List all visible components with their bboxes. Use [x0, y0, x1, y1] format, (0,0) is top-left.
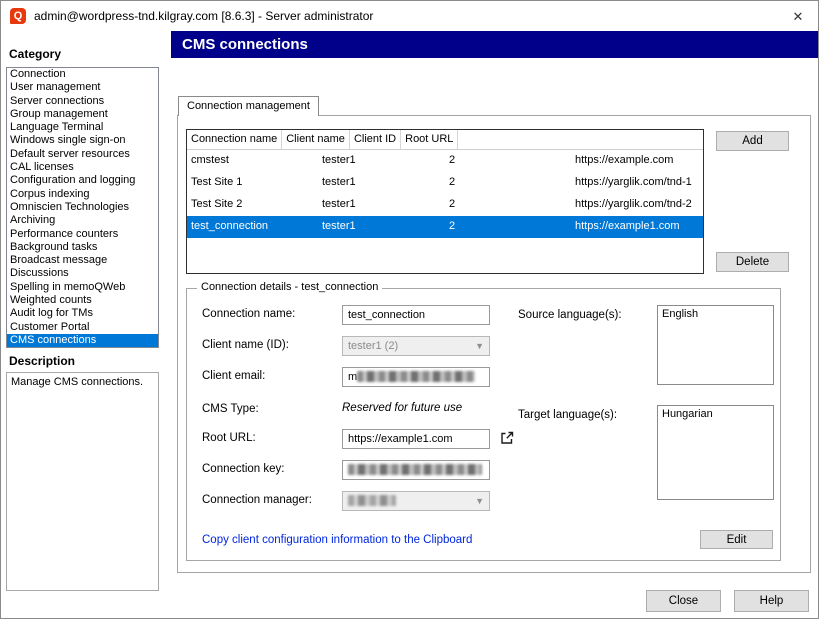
cell-client-id: 2: [445, 216, 571, 238]
category-item[interactable]: Background tasks: [7, 241, 158, 254]
column-header[interactable]: Client ID: [350, 130, 401, 149]
connections-table: Connection name Client name Client ID Ro…: [186, 129, 704, 274]
category-item[interactable]: Archiving: [7, 214, 158, 227]
target-languages-label: Target language(s):: [518, 409, 617, 421]
connection-key-input[interactable]: [342, 460, 490, 480]
cell-connection-name: test_connection: [187, 216, 318, 238]
copy-client-configuration-link[interactable]: Copy client configuration information to…: [202, 534, 472, 546]
table-row[interactable]: cmstest tester1 2 https://example.com: [187, 150, 703, 172]
table-row[interactable]: Test Site 2 tester1 2 https://yarglik.co…: [187, 194, 703, 216]
client-name-label: Client name (ID):: [202, 339, 289, 351]
cell-connection-name: Test Site 1: [187, 172, 318, 194]
redacted-email-value: [357, 371, 475, 382]
cms-type-label: CMS Type:: [202, 403, 259, 415]
connection-name-input[interactable]: test_connection: [342, 305, 490, 325]
table-row[interactable]: test_connection tester1 2 https://exampl…: [187, 216, 703, 238]
client-email-prefix: m: [348, 371, 357, 383]
category-label: Category: [9, 47, 61, 61]
connection-key-label: Connection key:: [202, 463, 284, 475]
source-languages-list[interactable]: English: [657, 305, 774, 385]
chevron-down-icon: ▼: [475, 337, 484, 355]
connection-manager-label: Connection manager:: [202, 494, 312, 506]
source-language-item: English: [658, 306, 773, 322]
cms-type-value: Reserved for future use: [342, 402, 462, 414]
add-button[interactable]: Add: [716, 131, 789, 151]
title-bar[interactable]: Q admin@wordpress-tnd.kilgray.com [8.6.3…: [1, 1, 819, 31]
category-item[interactable]: Corpus indexing: [7, 188, 158, 201]
memoq-app-icon: Q: [10, 8, 26, 24]
tab-connection-management[interactable]: Connection management: [178, 96, 319, 116]
cell-client-id: 2: [445, 172, 571, 194]
category-item[interactable]: Discussions: [7, 267, 158, 280]
column-header[interactable]: Connection name: [187, 130, 282, 149]
category-item[interactable]: Configuration and logging: [7, 174, 158, 187]
category-item[interactable]: Language Terminal: [7, 121, 158, 134]
redacted-key-value: [348, 464, 482, 475]
table-body: cmstest tester1 2 https://example.com Te…: [187, 150, 703, 238]
category-item[interactable]: CAL licenses: [7, 161, 158, 174]
category-item[interactable]: Customer Portal: [7, 321, 158, 334]
category-item[interactable]: Group management: [7, 108, 158, 121]
cell-connection-name: cmstest: [187, 150, 318, 172]
edit-button[interactable]: Edit: [700, 530, 773, 549]
category-item[interactable]: CMS connections: [7, 334, 158, 347]
table-header-row: Connection name Client name Client ID Ro…: [187, 130, 703, 150]
group-title: Connection details - test_connection: [197, 281, 382, 293]
cell-client-id: 2: [445, 150, 571, 172]
category-item[interactable]: Omniscien Technologies: [7, 201, 158, 214]
connection-manager-select: ▼: [342, 491, 490, 511]
cell-root-url: https://yarglik.com/tnd-2: [571, 194, 703, 216]
redacted-manager-value: [348, 495, 396, 506]
window-title: admin@wordpress-tnd.kilgray.com [8.6.3] …: [34, 9, 373, 23]
target-languages-list[interactable]: Hungarian: [657, 405, 774, 500]
cell-client-id: 2: [445, 194, 571, 216]
cell-client-name: tester1: [318, 150, 445, 172]
column-header[interactable]: Client name: [282, 130, 350, 149]
category-item[interactable]: Performance counters: [7, 228, 158, 241]
connection-name-label: Connection name:: [202, 308, 295, 320]
close-button[interactable]: Close: [646, 590, 721, 612]
target-language-item: Hungarian: [658, 406, 773, 422]
category-item[interactable]: Windows single sign-on: [7, 134, 158, 147]
cell-client-name: tester1: [318, 194, 445, 216]
description-label: Description: [9, 354, 75, 368]
description-text: Manage CMS connections.: [11, 376, 143, 388]
client-email-label: Client email:: [202, 370, 265, 382]
category-item[interactable]: Audit log for TMs: [7, 307, 158, 320]
delete-button[interactable]: Delete: [716, 252, 789, 272]
cell-root-url: https://example1.com: [571, 216, 703, 238]
open-url-icon[interactable]: [497, 428, 517, 448]
category-item[interactable]: User management: [7, 81, 158, 94]
client-name-value: tester1 (2): [348, 340, 398, 352]
category-item[interactable]: Weighted counts: [7, 294, 158, 307]
cell-connection-name: Test Site 2: [187, 194, 318, 216]
category-item[interactable]: Broadcast message: [7, 254, 158, 267]
client-name-select: tester1 (2) ▼: [342, 336, 490, 356]
table-row[interactable]: Test Site 1 tester1 2 https://yarglik.co…: [187, 172, 703, 194]
cell-root-url: https://example.com: [571, 150, 703, 172]
root-url-label: Root URL:: [202, 432, 256, 444]
category-list[interactable]: Connection User management Server connec…: [6, 67, 159, 348]
cell-client-name: tester1: [318, 216, 445, 238]
server-administrator-window: Q admin@wordpress-tnd.kilgray.com [8.6.3…: [0, 0, 819, 619]
chevron-down-icon: ▼: [475, 492, 484, 510]
page-header: CMS connections: [171, 31, 819, 58]
category-item[interactable]: Server connections: [7, 95, 158, 108]
column-header[interactable]: Root URL: [401, 130, 458, 149]
root-url-input[interactable]: https://example1.com: [342, 429, 490, 449]
category-item[interactable]: Default server resources: [7, 148, 158, 161]
cell-client-name: tester1: [318, 172, 445, 194]
client-email-input[interactable]: m: [342, 367, 490, 387]
cell-root-url: https://yarglik.com/tnd-1: [571, 172, 703, 194]
page-title: CMS connections: [182, 36, 308, 53]
help-button[interactable]: Help: [734, 590, 809, 612]
close-icon[interactable]: ✕: [788, 7, 808, 27]
connection-details-group: Connection details - test_connection Con…: [186, 288, 781, 561]
category-item[interactable]: Spelling in memoQWeb: [7, 281, 158, 294]
category-item[interactable]: Connection: [7, 68, 158, 81]
description-box: Manage CMS connections.: [6, 372, 159, 591]
source-languages-label: Source language(s):: [518, 309, 622, 321]
